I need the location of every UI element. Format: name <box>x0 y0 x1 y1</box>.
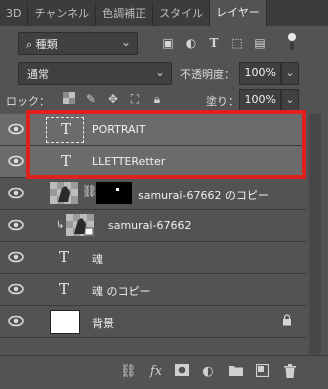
lock-icon <box>282 314 292 329</box>
lock-label: ロック： <box>6 95 50 108</box>
layer-list: T PORTRAIT T LLETTERetter ⛓ samurai-6766 <box>0 114 306 354</box>
background-layer-thumbnail <box>50 310 80 334</box>
smart-object-thumbnail <box>66 214 94 236</box>
filter-toggle-icon[interactable] <box>285 32 299 50</box>
clipping-mask-icon: ↳ <box>56 220 65 231</box>
delete-layer-icon[interactable] <box>282 364 298 380</box>
fill-input[interactable]: 100% <box>239 89 281 112</box>
blend-mode-select[interactable]: 通常 ⌄ <box>18 62 172 85</box>
tab-layers[interactable]: レイヤー <box>210 0 267 26</box>
layers-bottom-toolbar: ⛓ fx ◐ <box>0 355 328 389</box>
layer-filter-row: ⌕ 種類 ⌄ ▣ ◐ T ⬚ ▤ <box>0 30 328 56</box>
fill-dropdown-button[interactable]: ⌄ <box>281 89 299 112</box>
layer-row-samurai-copy[interactable]: ⛓ samurai-67662 のコピー <box>0 178 306 210</box>
tab-styles[interactable]: スタイル <box>153 2 211 26</box>
new-group-icon[interactable] <box>228 364 244 380</box>
layer-row-samurai[interactable]: ↳ samurai-67662 <box>0 210 306 242</box>
layer-name[interactable]: 魂 <box>92 251 103 267</box>
add-mask-icon[interactable] <box>174 364 190 380</box>
tab-adjustments[interactable]: 色調補正 <box>96 2 154 26</box>
pixel-filter-icon[interactable]: ▣ <box>161 36 175 50</box>
visibility-eye-icon[interactable] <box>8 123 24 135</box>
lock-transparent-pixels-icon[interactable] <box>62 92 76 106</box>
text-layer-thumbnail-icon: T <box>58 280 69 298</box>
layer-row-tamashii[interactable]: T 魂 <box>0 242 306 274</box>
chevron-down-icon: ⌄ <box>154 65 165 79</box>
lock-image-pixels-icon[interactable]: ✎ <box>84 92 98 106</box>
text-layer-thumbnail-icon: T <box>58 248 69 266</box>
smart-object-filter-icon[interactable]: ▤ <box>253 36 267 50</box>
fx-icon[interactable]: fx <box>148 364 164 380</box>
layer-name[interactable]: 魂 のコピー <box>92 283 151 299</box>
blend-mode-value: 通常 <box>27 68 49 81</box>
visibility-eye-icon[interactable] <box>8 315 24 327</box>
link-layers-icon[interactable]: ⛓ <box>120 364 137 380</box>
layer-row-background[interactable]: 背景 <box>0 306 306 338</box>
layer-list-scrollbar[interactable] <box>309 114 321 354</box>
layer-name[interactable]: PORTRAIT <box>92 123 146 136</box>
lock-row: ロック： ✎ ✥ ⛶ 🔒︎ 塗り： 100% ⌄ <box>0 89 328 112</box>
opacity-input[interactable]: 100% <box>239 62 281 85</box>
search-icon: ⌕ <box>26 38 33 51</box>
tab-3d[interactable]: 3D <box>0 2 29 26</box>
layer-name[interactable]: samurai-67662 <box>108 219 191 232</box>
blend-row: 通常 ⌄ 不透明度： 100% ⌄ <box>0 60 328 86</box>
layer-row-lletteretter[interactable]: T LLETTERetter <box>0 146 306 178</box>
new-layer-icon[interactable] <box>254 363 270 380</box>
layer-row-tamashii-copy[interactable]: T 魂 のコピー <box>0 274 306 306</box>
visibility-eye-icon[interactable] <box>8 155 24 167</box>
type-filter-icon[interactable]: T <box>207 36 221 50</box>
layer-mask-thumbnail[interactable] <box>96 182 132 204</box>
visibility-eye-icon[interactable] <box>8 187 24 199</box>
mask-link-icon[interactable]: ⛓ <box>82 184 97 198</box>
visibility-eye-icon[interactable] <box>8 251 24 263</box>
visibility-eye-icon[interactable] <box>8 283 24 295</box>
panel-tabs: 3D チャンネル 色調補正 スタイル レイヤー <box>0 0 328 26</box>
lock-all-icon[interactable]: 🔒︎ <box>150 92 164 106</box>
fill-label: 塗り： <box>206 95 239 108</box>
lock-artboard-icon[interactable]: ⛶ <box>128 92 142 106</box>
lock-position-icon[interactable]: ✥ <box>106 92 120 106</box>
layer-name[interactable]: samurai-67662 のコピー <box>138 187 269 203</box>
layer-name[interactable]: 背景 <box>92 315 114 331</box>
chevron-down-icon: ⌄ <box>120 35 131 49</box>
layer-name[interactable]: LLETTERetter <box>92 155 165 168</box>
visibility-eye-icon[interactable] <box>8 219 24 231</box>
opacity-label: 不透明度： <box>180 68 235 81</box>
text-layer-thumbnail-icon: T <box>60 152 71 170</box>
image-layer-thumbnail <box>50 182 78 204</box>
active-layer-thumbnail-outline <box>46 117 84 143</box>
filter-kind-label: ⌕ 種類 <box>26 38 58 51</box>
adjustment-filter-icon[interactable]: ◐ <box>184 36 198 50</box>
shape-filter-icon[interactable]: ⬚ <box>230 36 244 50</box>
opacity-dropdown-button[interactable]: ⌄ <box>281 62 299 85</box>
adjustment-layer-icon[interactable]: ◐ <box>200 364 216 380</box>
tab-channels[interactable]: チャンネル <box>28 2 97 26</box>
filter-kind-select[interactable]: ⌕ 種類 ⌄ <box>18 32 138 55</box>
